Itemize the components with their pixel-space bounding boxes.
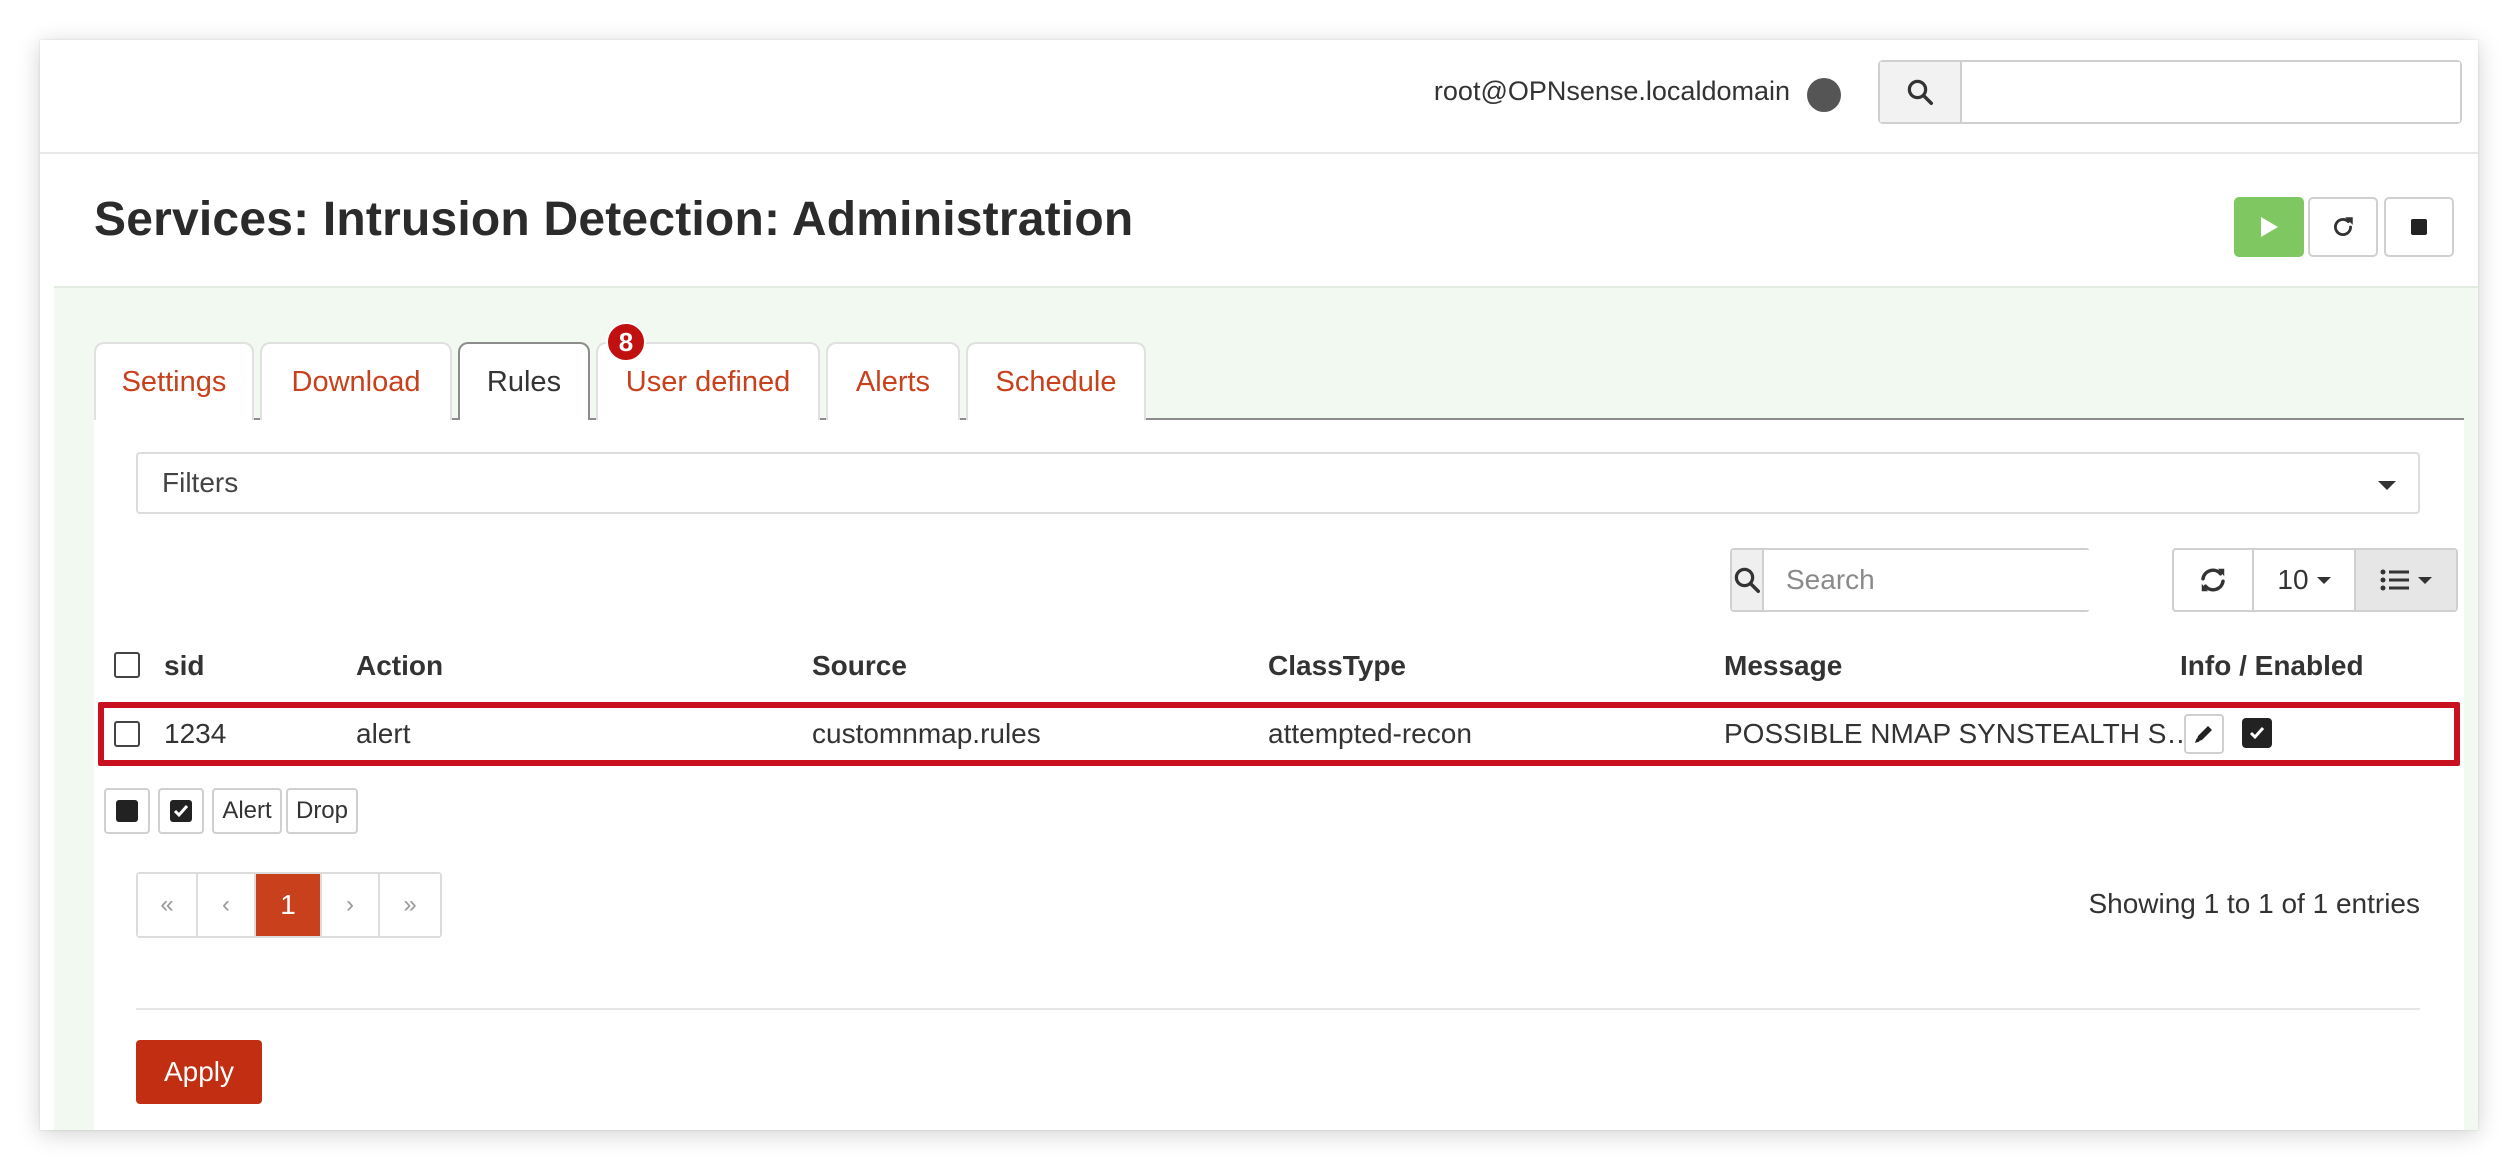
table-row[interactable]: 1234 alert customnmap.rules attempted-re… xyxy=(94,702,2464,766)
pencil-icon xyxy=(2195,726,2212,743)
column-message[interactable]: Message xyxy=(1724,650,1842,682)
last-page-button[interactable]: » xyxy=(380,874,440,936)
row-checkbox[interactable] xyxy=(114,721,140,747)
pagination: « ‹ 1 › » xyxy=(136,872,442,938)
column-source[interactable]: Source xyxy=(812,650,907,682)
tab-bar: Settings Download Rules User defined Ale… xyxy=(94,342,2464,422)
restart-service-button[interactable] xyxy=(2308,197,2378,257)
cell-action: alert xyxy=(356,718,411,749)
tabs-area: Settings Download Rules User defined Ale… xyxy=(94,288,2464,1130)
refresh-icon xyxy=(2201,568,2225,592)
grid-toolbar: 10 xyxy=(2172,548,2458,612)
cell-sid: 1234 xyxy=(164,718,227,749)
cell-source: customnmap.rules xyxy=(812,718,1041,749)
page-header: Services: Intrusion Detection: Administr… xyxy=(54,154,2478,288)
stop-icon xyxy=(2411,219,2427,235)
current-page-button[interactable]: 1 xyxy=(256,874,322,936)
check-icon xyxy=(2249,727,2265,740)
next-page-button[interactable]: › xyxy=(322,874,380,936)
column-action[interactable]: Action xyxy=(356,650,443,682)
global-search-input[interactable] xyxy=(1962,62,2460,122)
enable-selected-button[interactable] xyxy=(158,788,204,834)
edit-rule-button[interactable] xyxy=(2184,714,2224,754)
grid-search xyxy=(1730,548,2149,612)
step-badge: 8 xyxy=(606,322,646,362)
rules-panel: Filters 10 xyxy=(94,420,2464,1130)
caret-down-icon xyxy=(2316,576,2331,584)
entries-info: Showing 1 to 1 of 1 entries xyxy=(2088,888,2420,919)
play-icon xyxy=(2261,217,2278,237)
filters-dropdown[interactable]: Filters xyxy=(136,452,2420,514)
apply-button[interactable]: Apply xyxy=(136,1040,262,1104)
main-content: Services: Intrusion Detection: Administr… xyxy=(54,154,2478,1130)
cell-message: POSSIBLE NMAP SYNSTEALTH S… xyxy=(1724,718,2195,749)
top-navbar: root@OPNsense.localdomain xyxy=(40,40,2478,154)
tab-alerts[interactable]: Alerts xyxy=(826,342,960,420)
list-icon xyxy=(2380,569,2409,591)
status-indicator-icon xyxy=(1807,78,1841,112)
user-label[interactable]: root@OPNsense.localdomain xyxy=(1434,76,1790,107)
start-service-button[interactable] xyxy=(2234,197,2304,257)
page-size-dropdown[interactable]: 10 xyxy=(2254,550,2356,610)
square-icon xyxy=(116,800,138,822)
column-sid[interactable]: sid xyxy=(164,650,204,682)
select-all-checkbox[interactable] xyxy=(114,652,140,678)
table-header: sid Action Source ClassType Message Info… xyxy=(94,640,2464,690)
page-title: Services: Intrusion Detection: Administr… xyxy=(94,193,1134,246)
tab-download[interactable]: Download xyxy=(260,342,452,420)
tab-schedule[interactable]: Schedule xyxy=(966,342,1146,420)
reload-icon xyxy=(2334,217,2353,236)
refresh-button[interactable] xyxy=(2174,550,2254,610)
divider xyxy=(136,1008,2420,1010)
tab-rules[interactable]: Rules xyxy=(458,342,590,422)
column-classtype[interactable]: ClassType xyxy=(1268,650,1406,682)
sidebar-edge xyxy=(40,154,54,1130)
column-info-enabled: Info / Enabled xyxy=(2180,650,2364,681)
tab-settings[interactable]: Settings xyxy=(94,342,254,420)
enabled-checkbox[interactable] xyxy=(2242,718,2272,748)
disable-selected-button[interactable] xyxy=(104,788,150,834)
prev-page-button[interactable]: ‹ xyxy=(198,874,256,936)
columns-dropdown[interactable] xyxy=(2356,550,2456,610)
checkbox-icon xyxy=(170,800,192,822)
cell-classtype: attempted-recon xyxy=(1268,718,1472,749)
caret-down-icon xyxy=(2418,576,2432,584)
caret-down-icon xyxy=(2378,481,2396,490)
grid-search-input[interactable] xyxy=(1764,550,2149,610)
first-page-button[interactable]: « xyxy=(138,874,198,936)
page-size-value: 10 xyxy=(2277,564,2309,595)
search-icon xyxy=(1880,62,1962,122)
stop-service-button[interactable] xyxy=(2384,197,2454,257)
set-drop-button[interactable]: Drop xyxy=(286,788,358,834)
filters-label: Filters xyxy=(162,467,239,498)
search-icon xyxy=(1732,550,1764,610)
set-alert-button[interactable]: Alert xyxy=(212,788,282,834)
app-window: root@OPNsense.localdomain Services: Intr… xyxy=(40,40,2478,1130)
global-search xyxy=(1878,60,2462,124)
